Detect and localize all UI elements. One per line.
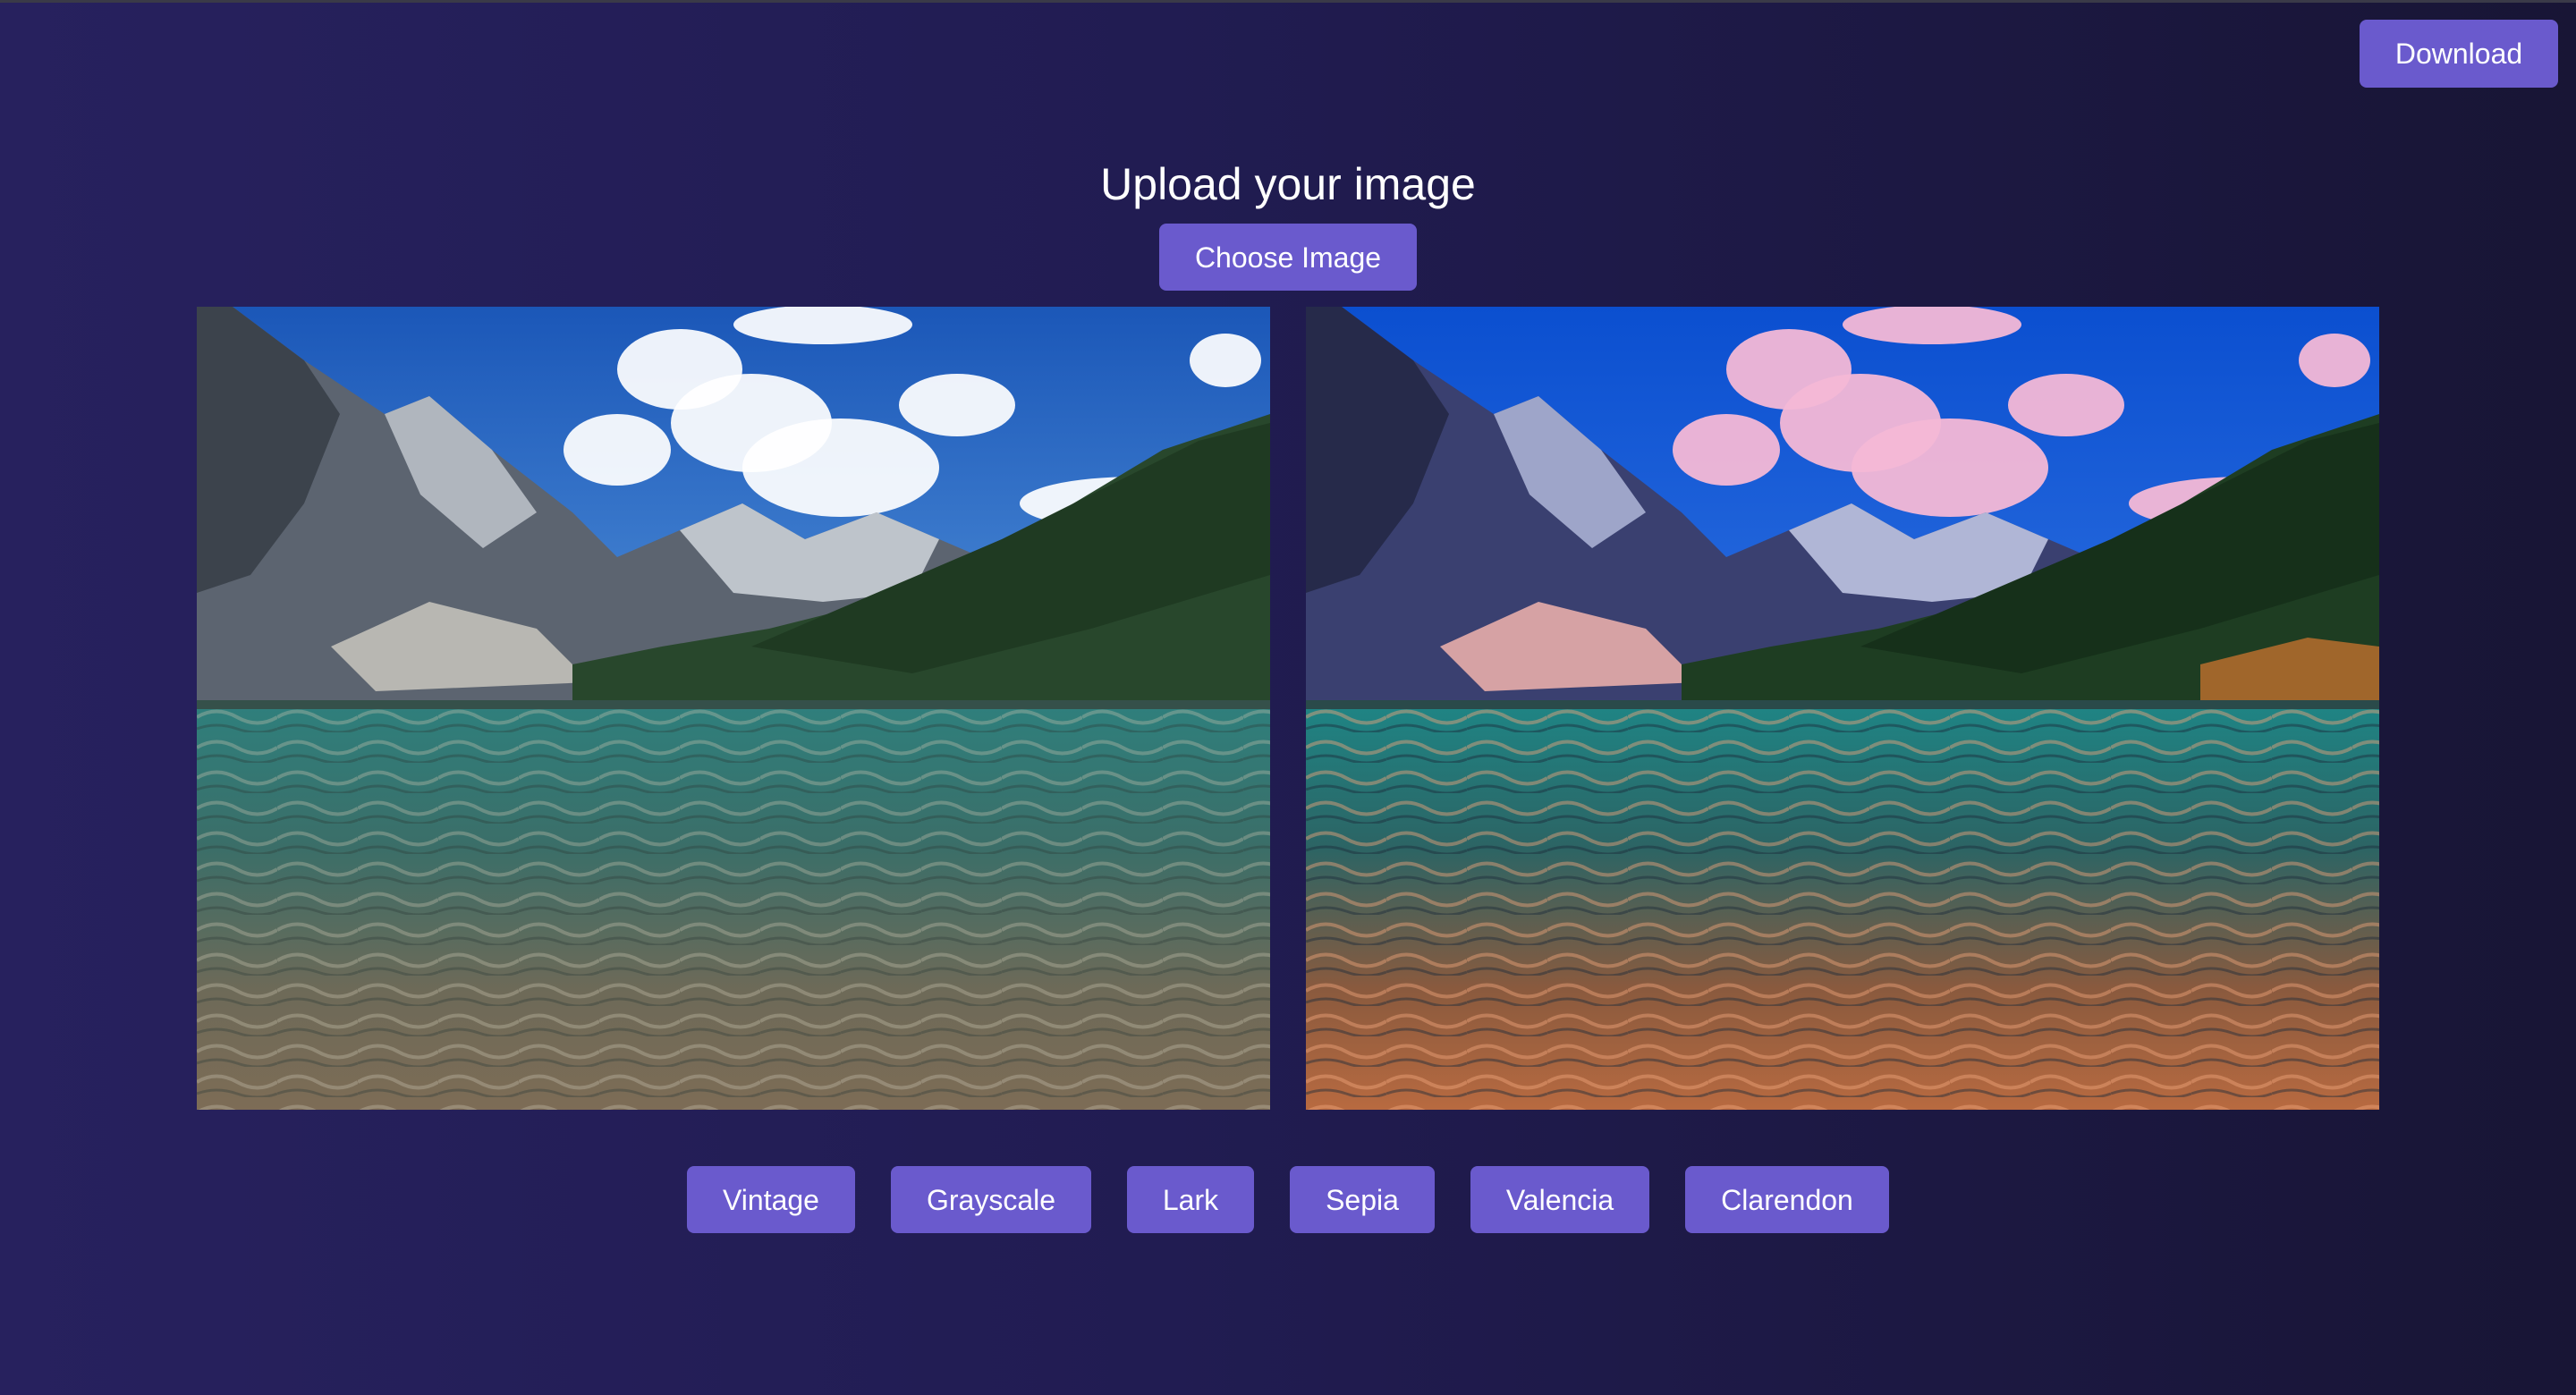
filter-grayscale-button[interactable]: Grayscale <box>891 1166 1091 1233</box>
mountain-lake-photo-filtered <box>1306 307 2379 1110</box>
choose-image-button[interactable]: Choose Image <box>1159 224 1417 291</box>
filter-lark-button[interactable]: Lark <box>1127 1166 1254 1233</box>
filter-vintage-button[interactable]: Vintage <box>687 1166 855 1233</box>
download-button[interactable]: Download <box>2360 20 2558 88</box>
original-image <box>197 307 1270 1110</box>
window-top-edge <box>0 0 2576 3</box>
page-title: Upload your image <box>1100 159 1476 209</box>
filtered-image <box>1306 307 2379 1110</box>
filter-sepia-button[interactable]: Sepia <box>1290 1166 1435 1233</box>
mountain-lake-photo <box>197 307 1270 1110</box>
filter-valencia-button[interactable]: Valencia <box>1470 1166 1649 1233</box>
filter-clarendon-button[interactable]: Clarendon <box>1685 1166 1889 1233</box>
